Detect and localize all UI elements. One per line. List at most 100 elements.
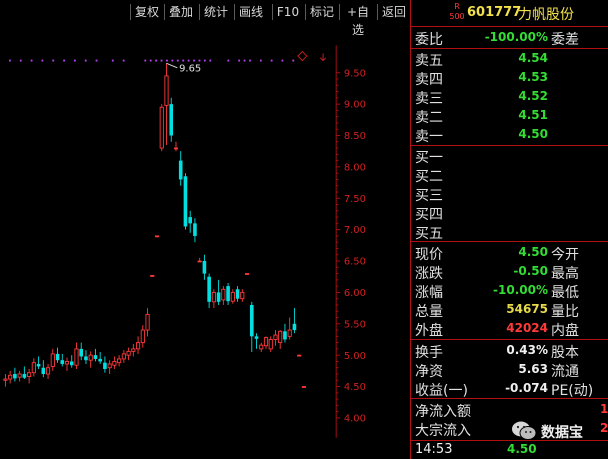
tick-row: 14:53 4.50 (411, 441, 608, 459)
row-label: 外盘 (415, 323, 443, 339)
y-tick-label: 6.00 (344, 288, 366, 299)
row-value: -0.074 (505, 381, 548, 395)
row-label-secondary: 量比 (551, 304, 579, 320)
row-label: 买三 (415, 188, 443, 204)
toolbar-button[interactable]: 叠加 (166, 3, 196, 21)
candle-body (150, 275, 155, 277)
panel-row: 外盘 42024 内盘 (411, 319, 608, 339)
toolbar-separator (130, 4, 131, 20)
toolbar-button[interactable]: +自选 (341, 3, 375, 37)
panel-row: 净资 5.63 流通 (411, 360, 608, 380)
event-marker (160, 59, 163, 62)
ratio-value: -100.00% (484, 30, 548, 44)
quote-panel: R 500 601777 力帆股份 委比 -100.00% 委差 卖五 4.54 卖… (411, 0, 608, 459)
candle-body (17, 373, 22, 378)
candle-body (3, 378, 8, 381)
candle-body (22, 373, 27, 378)
candle-body (74, 348, 79, 366)
row-value: 4.52 (518, 89, 548, 103)
event-marker (9, 59, 11, 62)
event-marker (171, 59, 174, 62)
row-label: 卖二 (415, 110, 443, 126)
divider-line (411, 339, 608, 340)
toolbar-button[interactable]: 标记 (307, 3, 337, 21)
candle-body (60, 360, 65, 364)
row-value: 4.51 (518, 108, 548, 122)
tick-time: 14:53 (415, 442, 453, 457)
toolbar-separator (234, 4, 235, 20)
candle-body (131, 348, 136, 352)
candle-body (207, 276, 211, 302)
candle-body (41, 367, 46, 374)
watermark-text: 数据宝 (541, 425, 583, 441)
row-value: 4.53 (518, 70, 548, 84)
candle-body (263, 337, 269, 347)
row-label: 卖四 (415, 72, 443, 88)
panel-row: 卖三 4.52 (411, 87, 608, 107)
badge-number: 500 (449, 12, 465, 21)
row-label: 涨幅 (415, 285, 443, 301)
stock-code[interactable]: 601777 (467, 5, 521, 20)
row-value: 4.50 (518, 127, 548, 141)
panel-row: 买四 (411, 203, 608, 223)
event-marker (52, 59, 55, 62)
candle-body (88, 354, 93, 361)
panel-row: 买一 (411, 146, 608, 166)
y-tick-label: 4.00 (344, 414, 366, 425)
row-label: 大宗流入 (415, 423, 471, 439)
row-label-secondary: 最高 (551, 266, 579, 282)
watermark: 数据宝 (511, 419, 601, 443)
toolbar-button[interactable]: 返回 (379, 3, 409, 21)
candle-body (135, 342, 141, 350)
event-marker (182, 59, 185, 62)
down-arrow-icon (320, 53, 327, 62)
candle-body (173, 147, 179, 150)
candle-body (259, 344, 264, 350)
row-label: 买二 (415, 169, 443, 185)
row-label: 净资 (415, 364, 443, 380)
candle-body (273, 334, 278, 340)
row-label: 换手 (415, 345, 443, 361)
event-marker (41, 59, 44, 62)
toolbar-button[interactable]: 画线 (236, 3, 266, 21)
toolbar-button[interactable]: F10 (274, 3, 302, 21)
event-marker (292, 59, 295, 62)
row-label: 总量 (415, 304, 443, 320)
y-tick-label: 9.00 (344, 100, 366, 111)
event-marker (227, 59, 230, 62)
y-tick-label: 8.00 (344, 162, 366, 173)
candle-body (193, 223, 197, 236)
candle-body (249, 304, 254, 337)
toolbar-button[interactable]: 复权 (132, 3, 162, 21)
stock-name[interactable]: 力帆股份 (518, 4, 574, 24)
candle-body (121, 353, 126, 360)
ratio-label: 委比 (415, 32, 443, 48)
event-marker (209, 59, 212, 62)
y-tick-label: 9.50 (344, 68, 366, 79)
candle-body (287, 329, 292, 337)
toolbar-button[interactable]: 统计 (201, 3, 231, 21)
ratio-row: 委比 -100.00% 委差 (411, 28, 608, 48)
row-value: -10.00% (493, 283, 548, 297)
candle-body (93, 355, 98, 359)
row-label-secondary: PE(动) (551, 383, 594, 399)
row-label: 涨跌 (415, 266, 443, 282)
event-marker (144, 59, 147, 62)
flow-value: 1 (600, 402, 608, 416)
panel-row: 卖二 4.51 (411, 106, 608, 126)
event-marker (198, 59, 201, 62)
chart-toolbar: 复权 叠加 统计 画线 F10 标记 +自选 返回 (0, 0, 410, 37)
candle-body (117, 358, 122, 364)
row-value: 4.54 (518, 51, 548, 65)
candle-body (292, 323, 297, 331)
row-label-secondary: 股本 (551, 345, 579, 361)
y-tick-label: 8.50 (344, 131, 366, 142)
row-value: 42024 (506, 321, 548, 335)
candle-body (31, 362, 36, 374)
candle-body (202, 261, 207, 274)
stock-header: R 500 601777 力帆股份 (411, 0, 608, 26)
panel-row: 净流入额 1 (411, 400, 608, 420)
row-value: 0.43% (506, 343, 548, 357)
row-label: 卖五 (415, 53, 443, 69)
row-label: 买一 (415, 150, 443, 166)
